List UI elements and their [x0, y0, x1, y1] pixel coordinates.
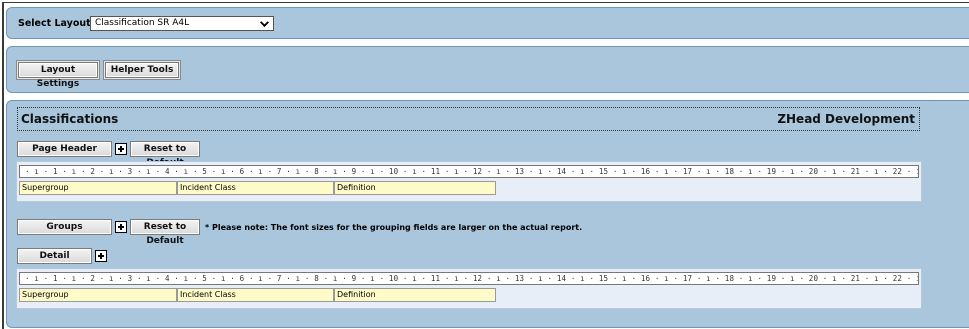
detail-button[interactable]: Detail: [17, 248, 92, 264]
field-supergroup[interactable]: Supergroup: [19, 181, 177, 195]
field-supergroup[interactable]: Supergroup: [19, 288, 177, 302]
page-header-section: · ı · 1 · ı · 2 · ı · 3 · ı · 4 · ı · 5 …: [16, 161, 922, 202]
groups-button[interactable]: Groups: [17, 219, 112, 235]
page-header-button[interactable]: Page Header: [17, 141, 112, 157]
toolbar-panel: Layout Settings Helper Tools: [6, 46, 969, 93]
page-header-fields: Supergroup Incident Class Definition: [19, 181, 496, 195]
select-layout-label: Select Layout:: [18, 18, 95, 29]
detail-section: · ı · 1 · ı · 2 · ı · 3 · ı · 4 · ı · 5 …: [16, 268, 922, 309]
groups-note: * Please note: The font sizes for the gr…: [205, 223, 583, 232]
select-layout-panel: Select Layout: Classification SR A4L: [6, 7, 969, 39]
report-title-box: Classifications ZHead Development: [17, 107, 920, 131]
helper-tools-button[interactable]: Helper Tools: [105, 62, 179, 78]
ruler: · ı · 1 · ı · 2 · ı · 3 · ı · 4 · ı · 5 …: [19, 272, 919, 285]
chevron-down-icon[interactable]: [260, 18, 269, 27]
plus-box-icon[interactable]: [115, 221, 127, 233]
field-incident-class[interactable]: Incident Class: [177, 181, 334, 195]
ruler: · ı · 1 · ı · 2 · ı · 3 · ı · 4 · ı · 5 …: [19, 165, 919, 178]
ruler-scale: · ı · 1 · ı · 2 · ı · 3 · ı · 4 · ı · 5 …: [25, 274, 918, 283]
field-definition[interactable]: Definition: [334, 181, 496, 195]
field-incident-class[interactable]: Incident Class: [177, 288, 334, 302]
report-title: Classifications: [21, 112, 119, 126]
report-right-title: ZHead Development: [777, 112, 915, 126]
field-definition[interactable]: Definition: [334, 288, 496, 302]
report-panel: Classifications ZHead Development Page H…: [6, 100, 969, 328]
layout-select[interactable]: Classification SR A4L: [90, 16, 274, 31]
page-header-reset-button[interactable]: Reset to Default: [130, 141, 200, 168]
plus-box-icon[interactable]: [95, 250, 107, 262]
groups-reset-button[interactable]: Reset to Default: [130, 219, 200, 246]
detail-fields: Supergroup Incident Class Definition: [19, 288, 496, 302]
layout-select-value: Classification SR A4L: [95, 18, 190, 28]
ruler-scale: · ı · 1 · ı · 2 · ı · 3 · ı · 4 · ı · 5 …: [25, 167, 918, 176]
layout-settings-button[interactable]: Layout Settings: [18, 62, 98, 89]
plus-box-icon[interactable]: [115, 143, 127, 155]
